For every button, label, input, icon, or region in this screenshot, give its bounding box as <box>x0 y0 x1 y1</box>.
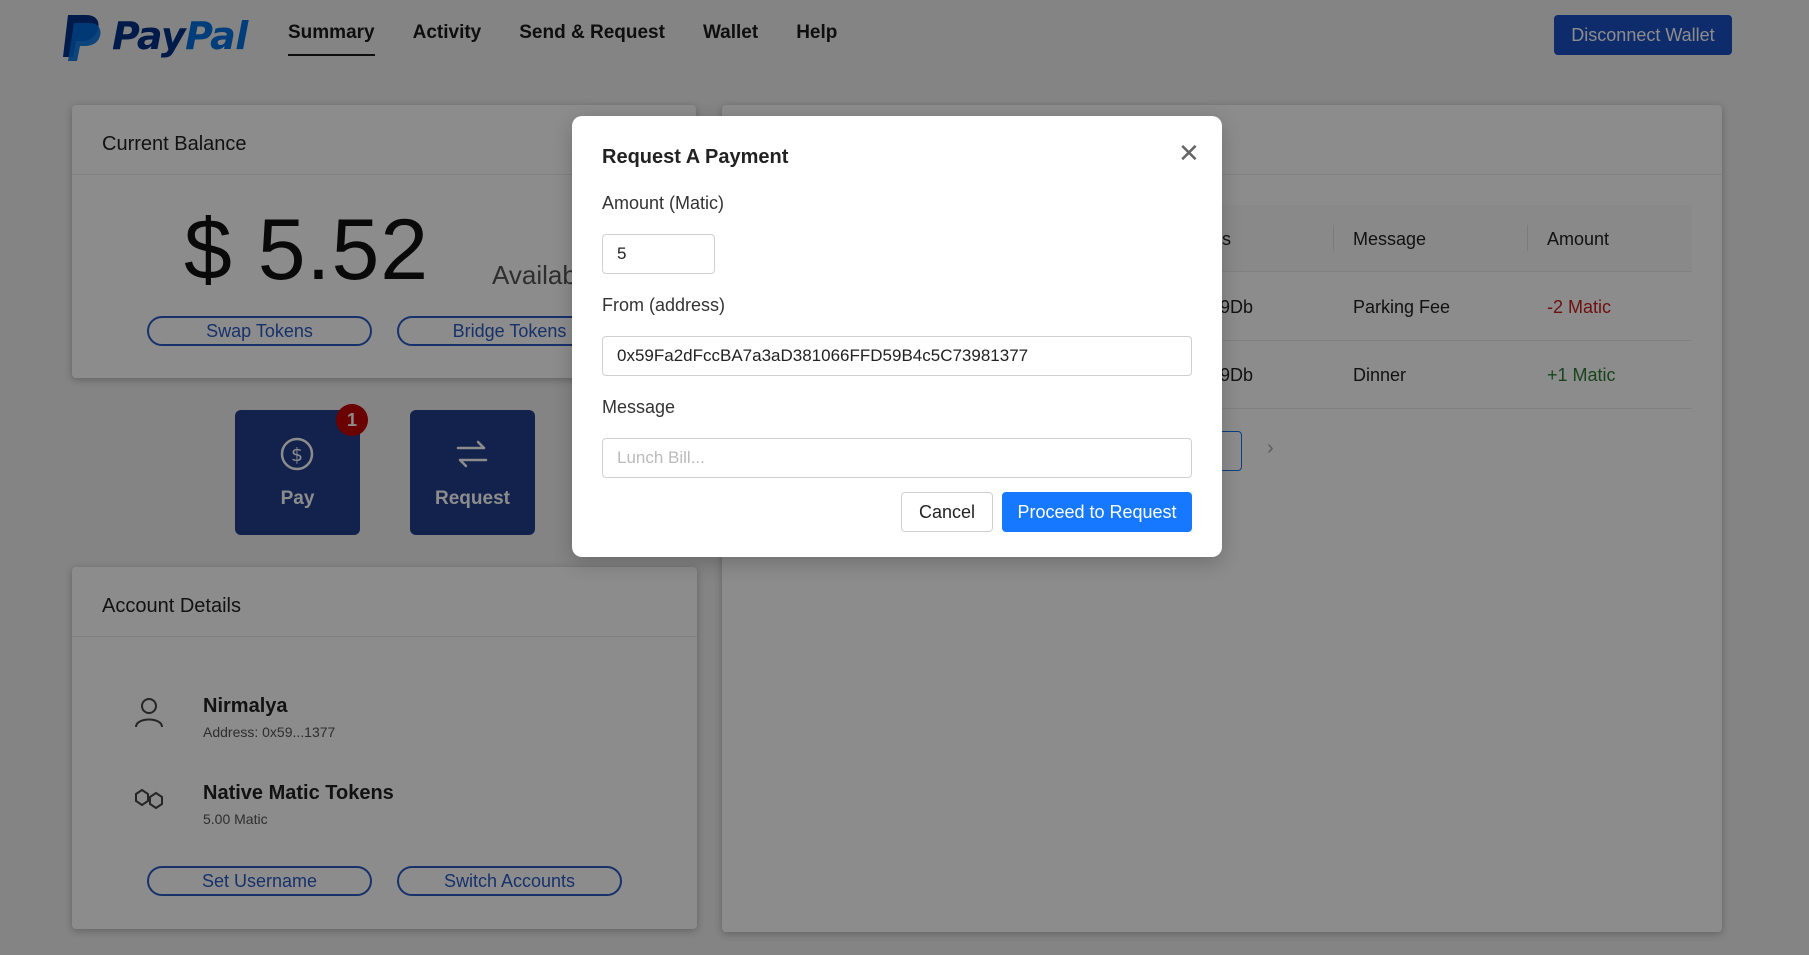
cancel-button[interactable]: Cancel <box>901 492 993 532</box>
message-label: Message <box>602 397 676 417</box>
amount-label: Amount (Matic) <box>602 193 725 213</box>
from-address-label: From (address) <box>602 295 726 315</box>
proceed-to-request-button[interactable]: Proceed to Request <box>1002 492 1192 532</box>
request-payment-modal: Request A Payment ✕ Amount (Matic) From … <box>572 116 1222 557</box>
modal-title: Request A Payment <box>602 146 789 168</box>
from-address-input[interactable] <box>602 336 1192 376</box>
amount-input[interactable] <box>602 234 715 274</box>
message-input[interactable] <box>602 438 1192 478</box>
close-icon[interactable]: ✕ <box>1178 140 1200 166</box>
